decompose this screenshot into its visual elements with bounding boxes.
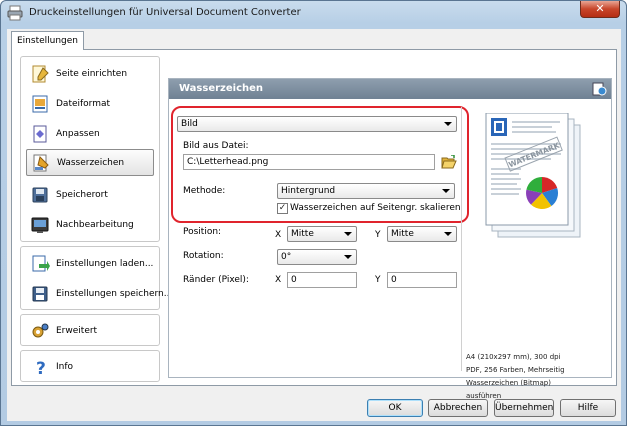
watermark-type-value: Bild <box>181 119 198 129</box>
margin-y-input[interactable]: 0 <box>387 272 457 288</box>
info-icon: ? <box>36 359 46 377</box>
sidebar-item-label: Anpassen <box>56 128 100 139</box>
sidebar-item-anpassen[interactable]: Anpassen <box>26 120 154 147</box>
sidebar-item-wasserzeichen[interactable]: Wasserzeichen <box>26 149 154 176</box>
method-value: Hintergrund <box>281 186 336 196</box>
sidebar-item-label: Seite einrichten <box>56 68 128 79</box>
close-button[interactable]: ✕ <box>580 1 620 18</box>
chevron-down-icon <box>344 255 352 259</box>
watermark-type-select[interactable]: Bild <box>177 116 457 132</box>
position-label: Position: <box>183 227 222 237</box>
sidebar-item-erweitert[interactable]: Erweitert <box>26 317 154 344</box>
sidebar-item-info[interactable]: ? Info <box>26 353 154 380</box>
ok-button[interactable]: OK <box>367 399 423 417</box>
tab-panel: Seite einrichten Dateiformat Anpassen Wa… <box>11 49 617 400</box>
tab-einstellungen[interactable]: Einstellungen <box>11 31 85 50</box>
help-icon[interactable] <box>591 81 607 97</box>
sidebar-item-label: Wasserzeichen <box>57 157 125 168</box>
document-preview-image: WATERMARK <box>485 113 581 238</box>
panel-title: Wasserzeichen <box>169 79 611 99</box>
sidebar-item-einstellungen-speichern[interactable]: Einstellungen speichern.. <box>26 280 169 307</box>
sidebar-item-label: Nachbearbeitung <box>56 219 134 230</box>
sidebar-item-label: Dateiformat <box>56 98 111 109</box>
sidebar-item-label: Info <box>56 361 74 372</box>
method-select[interactable]: Hintergrund <box>277 183 455 199</box>
sidebar-item-label: Erweitert <box>56 325 98 336</box>
preview-info-line: Wasserzeichen (Bitmap) <box>466 379 551 387</box>
rotation-select[interactable]: 0° <box>277 249 357 265</box>
page-setup-icon <box>32 65 49 82</box>
dialog-window: Druckeinstellungen für Universal Documen… <box>0 0 627 426</box>
sidebar-item-label: Einstellungen laden... <box>56 258 154 269</box>
margins-label: Ränder (Pixel): <box>183 275 249 285</box>
image-file-label: Bild aus Datei: <box>183 141 249 151</box>
sidebar-item-label: Einstellungen speichern.. <box>56 288 170 299</box>
preview-area: WATERMARK A4 (210x297 mm), 300 dpi PDF, … <box>461 107 607 400</box>
position-y-label: Y <box>375 230 381 240</box>
sidebar-item-seite-einrichten[interactable]: Seite einrichten <box>26 60 154 87</box>
position-x-select[interactable]: Mitte <box>287 226 357 242</box>
file-format-icon <box>32 95 48 112</box>
watermark-panel: Wasserzeichen Bild Bild aus Datei: C:\Le… <box>168 78 612 400</box>
chevron-down-icon <box>442 189 450 193</box>
window-title: Druckeinstellungen für Universal Documen… <box>29 7 301 18</box>
adjust-icon <box>33 125 47 142</box>
position-y-value: Mitte <box>391 229 414 239</box>
save-location-icon <box>32 187 48 202</box>
margin-y-label: Y <box>375 275 381 285</box>
client-area: Einstellungen Seite einrichten Dateiform… <box>7 29 621 421</box>
sidebar-item-dateiformat[interactable]: Dateiformat <box>26 90 154 117</box>
margin-x-input[interactable]: 0 <box>287 272 357 288</box>
chevron-down-icon <box>444 232 452 236</box>
sidebar-group-info: ? Info <box>20 350 160 382</box>
post-processing-icon <box>31 217 49 233</box>
rotation-label: Rotation: <box>183 251 224 261</box>
chevron-down-icon <box>444 122 452 126</box>
preview-info-line: A4 (210x297 mm), 300 dpi <box>466 353 561 361</box>
position-x-label: X <box>275 230 282 240</box>
position-x-value: Mitte <box>291 229 314 239</box>
load-settings-icon <box>32 255 50 271</box>
sidebar-group-main: Seite einrichten Dateiformat Anpassen Wa… <box>20 56 160 242</box>
sidebar-item-einstellungen-laden[interactable]: Einstellungen laden... <box>26 250 154 277</box>
image-file-input[interactable]: C:\Letterhead.png <box>183 154 435 170</box>
sidebar-group-settings: Einstellungen laden... Einstellungen spe… <box>20 246 169 310</box>
scale-checkbox[interactable]: ✓ <box>277 203 288 214</box>
preview-info-line: PDF, 256 Farben, Mehrseitig <box>466 366 565 374</box>
printer-icon <box>7 5 23 21</box>
position-y-select[interactable]: Mitte <box>387 226 457 242</box>
chevron-down-icon <box>344 232 352 236</box>
sidebar-item-nachbearbeitung[interactable]: Nachbearbeitung <box>26 211 154 238</box>
advanced-icon <box>32 323 49 337</box>
help-button[interactable]: Hilfe <box>560 399 616 417</box>
scale-checkbox-label: Wasserzeichen auf Seitengr. skalieren <box>290 203 461 213</box>
cancel-button[interactable]: Abbrechen <box>428 399 488 417</box>
folder-open-icon[interactable] <box>441 155 457 169</box>
panel-title-text: Wasserzeichen <box>179 83 264 94</box>
svg-text:?: ? <box>36 359 46 377</box>
method-label: Methode: <box>183 186 226 196</box>
apply-button[interactable]: Übernehmen <box>494 399 554 417</box>
sidebar-item-label: Speicherort <box>56 189 108 200</box>
sidebar-group-advanced: Erweitert <box>20 314 160 346</box>
save-settings-icon <box>32 286 48 301</box>
watermark-icon <box>33 154 49 171</box>
rotation-value: 0° <box>281 252 292 262</box>
sidebar-item-speicherort[interactable]: Speicherort <box>26 181 154 208</box>
title-bar[interactable]: Druckeinstellungen für Universal Documen… <box>1 1 626 25</box>
margin-x-label: X <box>275 275 282 285</box>
